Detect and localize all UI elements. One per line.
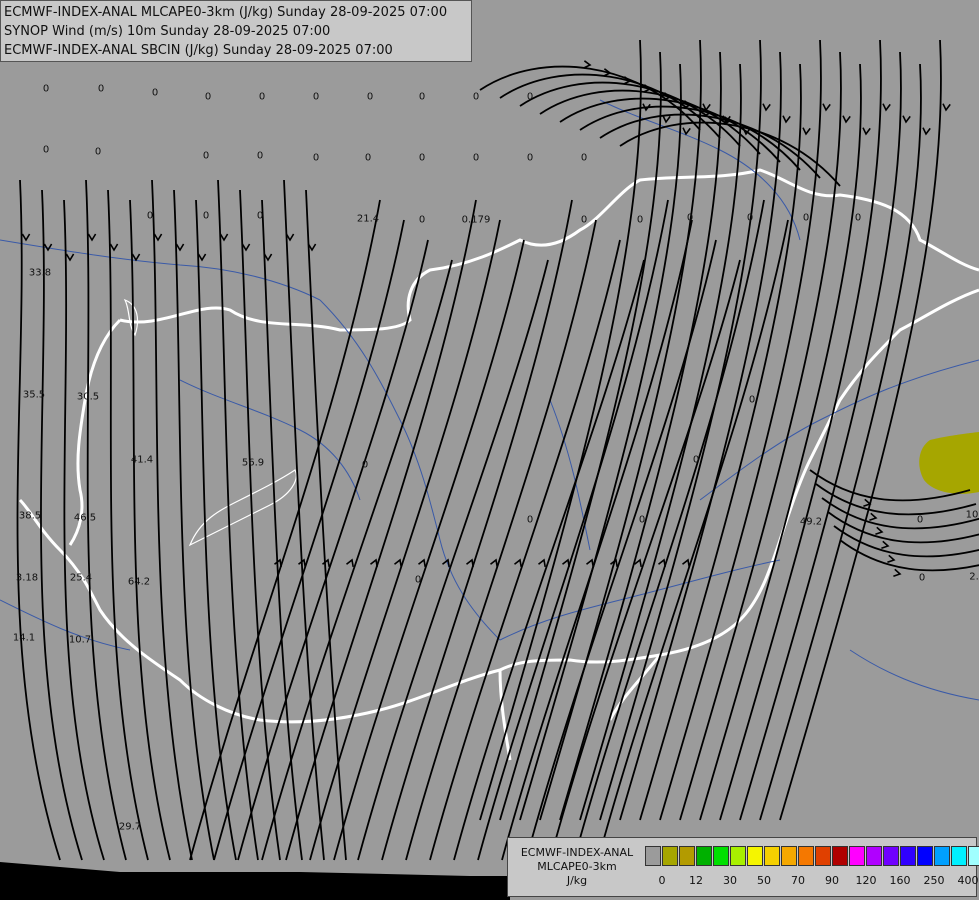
sbcin-value-label: 10: [965, 509, 979, 521]
legend-swatch: [849, 846, 865, 866]
sbcin-value-label: 0: [418, 91, 426, 103]
sbcin-value-label: 0: [580, 152, 588, 164]
legend-tick-label: 160: [889, 874, 911, 887]
sbcin-value-label: 0: [42, 83, 50, 95]
sbcin-value-label: 0: [312, 152, 320, 164]
legend-tick-label: 70: [791, 874, 805, 887]
legend-tick-label: 0: [658, 874, 666, 887]
sbcin-value-label: 14.1: [12, 632, 36, 644]
map-canvas: [0, 0, 979, 900]
sbcin-value-label: 0: [42, 144, 50, 156]
sbcin-value-label: 30.5: [76, 391, 100, 403]
legend-swatch: [900, 846, 916, 866]
sbcin-value-label: 0: [854, 212, 862, 224]
legend-swatches: [645, 846, 979, 866]
legend-swatch: [917, 846, 933, 866]
legend-swatch: [747, 846, 763, 866]
legend-swatch: [679, 846, 695, 866]
sbcin-value-label: 3.18: [15, 572, 39, 584]
sbcin-value-label: 0: [472, 152, 480, 164]
sbcin-value-label: 0: [692, 454, 700, 466]
legend-swatch: [730, 846, 746, 866]
sbcin-value-label: 0: [202, 150, 210, 162]
sbcin-value-label: 0: [638, 514, 646, 526]
sbcin-value-label: 21.4: [356, 213, 380, 225]
legend-tick-label: 90: [825, 874, 839, 887]
legend-tick-label: 50: [757, 874, 771, 887]
sbcin-value-label: 46.5: [73, 512, 97, 524]
legend-swatch: [883, 846, 899, 866]
legend-swatch: [798, 846, 814, 866]
sbcin-value-label: 35.5: [22, 389, 46, 401]
title-synop-wind: SYNOP Wind (m/s) 10m Sunday 28-09-2025 0…: [4, 24, 331, 39]
legend-title-source: ECMWF-INDEX-ANAL: [520, 846, 634, 859]
sbcin-value-label: 0: [256, 150, 264, 162]
sbcin-value-label: 0: [256, 210, 264, 222]
legend-swatch: [662, 846, 678, 866]
legend-title: ECMWF-INDEX-ANAL MLCAPE0-3km J/kg: [512, 846, 642, 888]
map-title-box: ECMWF-INDEX-ANAL MLCAPE0-3km (J/kg) Sund…: [0, 0, 472, 62]
sbcin-value-label: 0: [746, 212, 754, 224]
sbcin-value-label: 33.8: [28, 267, 52, 279]
legend-swatch: [968, 846, 979, 866]
legend-swatch: [781, 846, 797, 866]
sbcin-value-label: 0: [526, 152, 534, 164]
sbcin-value-label: 41.4: [130, 454, 154, 466]
sbcin-value-label: 0: [94, 146, 102, 158]
legend-ticks: 0 12 30 50 70 90 120 160 250 400: [645, 874, 979, 888]
title-sbcin: ECMWF-INDEX-ANAL SBCIN (J/kg) Sunday 28-…: [4, 43, 393, 58]
sbcin-value-label: 0: [580, 214, 588, 226]
sbcin-value-label: 0: [748, 394, 756, 406]
legend-swatch: [832, 846, 848, 866]
legend-title-unit: J/kg: [566, 874, 588, 887]
legend-tick-label: 12: [689, 874, 703, 887]
legend-swatch: [696, 846, 712, 866]
legend-swatch: [866, 846, 882, 866]
sbcin-value-label: 0: [526, 514, 534, 526]
sbcin-value-label: 0: [364, 152, 372, 164]
sbcin-value-label: 10.7: [68, 634, 92, 646]
legend-tick-label: 30: [723, 874, 737, 887]
sbcin-value-label: 56.9: [241, 457, 265, 469]
legend-swatch: [951, 846, 967, 866]
sbcin-value-label: 0: [151, 87, 159, 99]
sbcin-value-label: 0: [366, 91, 374, 103]
sbcin-value-label: 0: [258, 91, 266, 103]
legend-swatch: [645, 846, 661, 866]
sbcin-value-label: 0.179: [461, 214, 491, 226]
sbcin-value-label: 0: [202, 210, 210, 222]
sbcin-value-label: 0: [918, 572, 926, 584]
sbcin-value-label: 29.7: [118, 821, 142, 833]
sbcin-value-label: 0: [146, 210, 154, 222]
legend-swatch: [934, 846, 950, 866]
sbcin-value-label: 0: [802, 212, 810, 224]
sbcin-value-label: 0: [916, 514, 924, 526]
sbcin-value-label: 64.2: [127, 576, 151, 588]
legend-tick-label: 400: [957, 874, 979, 887]
legend-swatch: [815, 846, 831, 866]
sbcin-value-label: 0: [97, 83, 105, 95]
color-legend: ECMWF-INDEX-ANAL MLCAPE0-3km J/kg 0 12 30 5…: [507, 837, 979, 897]
sbcin-value-label: 0: [472, 91, 480, 103]
sbcin-value-label: 0: [686, 212, 694, 224]
sbcin-value-label: 0: [636, 214, 644, 226]
sbcin-value-label: 49.2: [799, 516, 823, 528]
sbcin-value-label: 0: [414, 574, 422, 586]
legend-tick-label: 120: [855, 874, 877, 887]
legend-swatch: [764, 846, 780, 866]
sbcin-value-label: 0: [526, 91, 534, 103]
sbcin-value-label: 2.: [969, 571, 979, 583]
sbcin-value-label: 0: [312, 91, 320, 103]
legend-tick-label: 250: [923, 874, 945, 887]
sbcin-value-label: 25.4: [69, 572, 93, 584]
legend-title-field: MLCAPE0-3km: [537, 860, 617, 873]
sbcin-value-label: 0: [418, 214, 426, 226]
legend-swatch: [713, 846, 729, 866]
sbcin-value-label: 38.5: [18, 510, 42, 522]
sbcin-value-label: 0: [204, 91, 212, 103]
sbcin-value-label: 0: [361, 459, 369, 471]
sbcin-value-label: 0: [418, 152, 426, 164]
title-mlcape: ECMWF-INDEX-ANAL MLCAPE0-3km (J/kg) Sund…: [4, 5, 448, 20]
